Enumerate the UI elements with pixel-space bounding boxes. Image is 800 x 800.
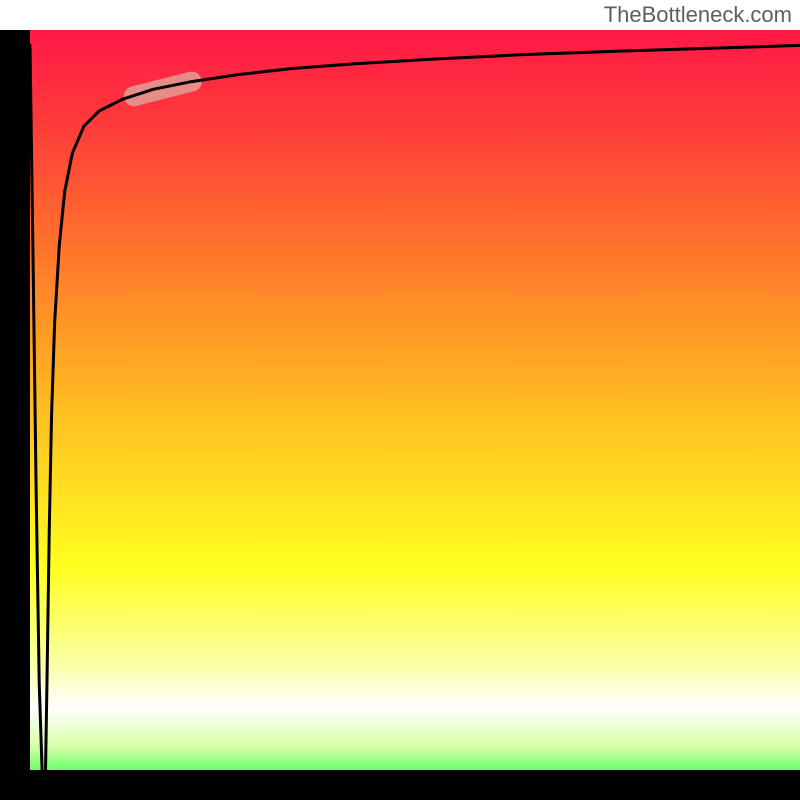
gradient-background xyxy=(30,30,800,800)
x-axis-border xyxy=(0,770,800,800)
watermark-text: TheBottleneck.com xyxy=(604,2,792,28)
chart-svg xyxy=(30,30,800,800)
y-axis-border xyxy=(0,30,30,800)
plot-area xyxy=(30,30,800,800)
chart-frame: TheBottleneck.com xyxy=(0,0,800,800)
